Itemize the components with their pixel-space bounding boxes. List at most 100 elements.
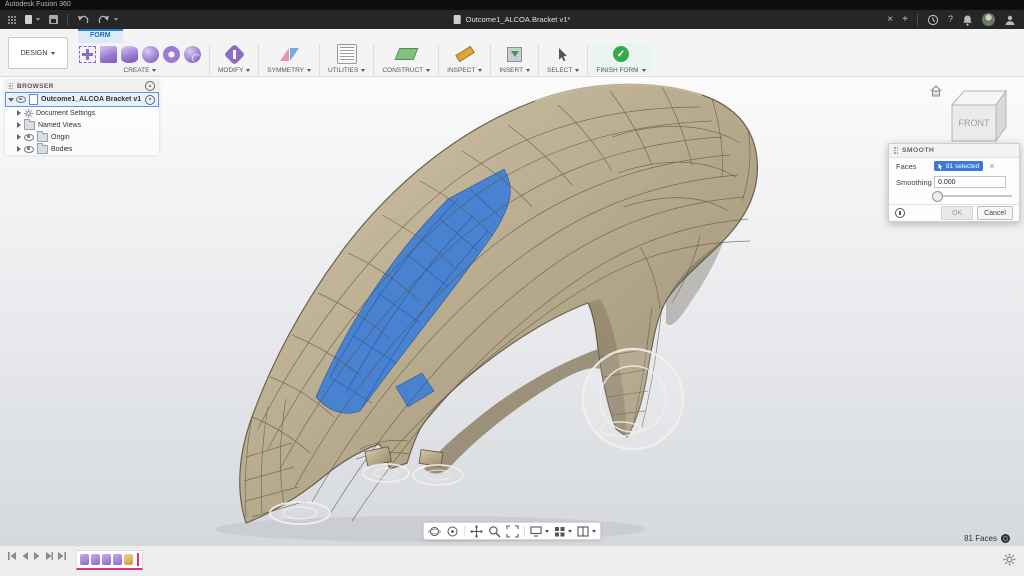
box-tool-icon[interactable] — [100, 46, 117, 63]
timeline-feature[interactable] — [124, 554, 133, 565]
selection-badge[interactable]: 81 selected — [934, 161, 983, 171]
timeline-bar — [0, 545, 1024, 576]
symmetry-icon[interactable] — [290, 48, 299, 61]
visibility-eye-icon[interactable] — [16, 96, 26, 103]
home-icon[interactable] — [931, 86, 941, 96]
save-button[interactable] — [49, 15, 58, 24]
profile-icon[interactable] — [1004, 14, 1016, 26]
chevron-down-icon — [526, 69, 530, 72]
file-icon — [25, 15, 32, 24]
display-settings-menu[interactable] — [530, 526, 549, 537]
globe-icon[interactable] — [1001, 534, 1010, 543]
help-icon[interactable]: ? — [948, 10, 953, 29]
chevron-down-icon — [152, 69, 156, 72]
timeline-playback-controls — [7, 551, 67, 561]
redo-button[interactable] — [98, 15, 118, 25]
find-in-window-icon[interactable] — [145, 95, 155, 105]
construct-menu[interactable]: CONSTRUCT — [382, 67, 430, 74]
utilities-menu[interactable]: UTILITIES — [328, 67, 365, 74]
smoothing-value-input[interactable]: 0.000 — [934, 176, 1006, 188]
edit-form-icon[interactable] — [79, 46, 96, 63]
file-menu-button[interactable] — [25, 15, 40, 24]
clear-selection-button[interactable]: × — [989, 162, 994, 171]
construct-plane-icon[interactable] — [394, 48, 418, 60]
smooth-dialog-header[interactable]: SMOOTH — [889, 144, 1019, 158]
zoom-icon[interactable] — [488, 525, 501, 538]
user-avatar[interactable] — [982, 13, 995, 26]
close-tab-button[interactable]: × — [887, 10, 893, 29]
finish-form-menu[interactable]: FINISH FORM — [596, 67, 645, 74]
browser-root-item[interactable]: Outcome1_ALCOA Bracket v1 — [5, 92, 159, 107]
browser-options-icon[interactable] — [145, 81, 155, 91]
symmetry-menu[interactable]: SYMMETRY — [267, 67, 311, 74]
expand-caret-icon[interactable] — [17, 122, 21, 128]
job-status-icon[interactable] — [927, 14, 939, 26]
select-menu[interactable]: SELECT — [547, 67, 579, 74]
new-tab-button[interactable]: + — [902, 10, 908, 29]
info-icon[interactable] — [895, 208, 905, 218]
slider-handle[interactable] — [932, 191, 943, 202]
workspace-switcher[interactable]: DESIGN — [8, 37, 68, 69]
symmetry-icon[interactable] — [280, 48, 289, 61]
smoothing-slider[interactable] — [933, 190, 1012, 202]
viewcube[interactable]: FRONT — [928, 81, 1012, 147]
browser-item-bodies[interactable]: Bodies — [5, 143, 159, 155]
pan-icon[interactable] — [470, 525, 483, 538]
fit-icon[interactable] — [506, 525, 519, 538]
group-modify: MODIFY — [211, 43, 257, 75]
torus-tool-icon[interactable] — [163, 46, 180, 63]
orbit-icon[interactable] — [428, 525, 441, 538]
viewports-menu[interactable] — [577, 526, 596, 537]
timeline-settings-gear-icon[interactable] — [1003, 553, 1016, 566]
create-menu[interactable]: CREATE — [124, 67, 157, 74]
browser-header[interactable]: BROWSER — [5, 80, 159, 92]
browser-item-named-views[interactable]: Named Views — [5, 119, 159, 131]
ok-button[interactable]: OK — [941, 206, 973, 220]
grid-snaps-menu[interactable] — [554, 526, 572, 537]
visibility-eye-icon[interactable] — [24, 146, 34, 153]
timeline-feature[interactable] — [80, 554, 89, 565]
timeline-position-marker[interactable] — [137, 553, 139, 566]
fusion-360-window: Autodesk Fusion 360 Outcome1_ALCOA.Brack… — [0, 0, 1024, 576]
browser-item-origin[interactable]: Origin — [5, 131, 159, 143]
modify-menu[interactable]: MODIFY — [218, 67, 250, 74]
viewport-canvas[interactable]: BROWSER Outcome1_ALCOA Bracket v1 Docume… — [0, 77, 1024, 546]
quadball-tool-icon[interactable] — [184, 46, 201, 63]
tab-form[interactable]: FORM — [78, 29, 123, 43]
go-to-start-button[interactable] — [7, 551, 17, 561]
slider-track[interactable] — [933, 195, 1012, 197]
go-to-end-button[interactable] — [57, 551, 67, 561]
expand-caret-icon[interactable] — [17, 146, 21, 152]
visibility-eye-icon[interactable] — [24, 134, 34, 141]
select-cursor-icon[interactable] — [557, 47, 569, 62]
timeline-feature[interactable] — [91, 554, 100, 565]
expand-caret-icon[interactable] — [17, 134, 21, 140]
insert-menu[interactable]: INSERT — [499, 67, 530, 74]
finish-form-check-icon[interactable]: ✓ — [613, 46, 629, 62]
undo-button[interactable] — [77, 15, 89, 25]
notifications-bell-icon[interactable] — [962, 14, 973, 26]
insert-icon[interactable] — [507, 47, 522, 62]
look-at-icon[interactable] — [446, 525, 459, 538]
document-tab[interactable]: Outcome1_ALCOA.Bracket v1* — [454, 10, 571, 29]
step-back-button[interactable] — [21, 551, 29, 561]
inspect-measure-icon[interactable] — [455, 46, 475, 62]
expand-caret-icon[interactable] — [17, 110, 21, 116]
inspect-menu[interactable]: INSPECT — [447, 67, 482, 74]
timeline-feature[interactable] — [102, 554, 111, 565]
play-button[interactable] — [33, 551, 41, 561]
chevron-down-icon — [575, 69, 579, 72]
expand-caret-icon[interactable] — [8, 98, 14, 102]
modify-icon[interactable] — [224, 43, 245, 64]
chevron-down-icon — [642, 69, 646, 72]
utilities-icon[interactable] — [337, 44, 357, 64]
sphere-tool-icon[interactable] — [142, 46, 159, 63]
timeline-feature[interactable] — [113, 554, 122, 565]
step-forward-button[interactable] — [45, 551, 53, 561]
viewcube-front-face[interactable]: FRONT — [959, 118, 990, 128]
browser-item-document-settings[interactable]: Document Settings — [5, 107, 159, 119]
cancel-button[interactable]: Cancel — [977, 206, 1013, 220]
faces-label: Faces — [896, 162, 930, 171]
app-launcher-icon[interactable] — [8, 16, 16, 24]
cylinder-tool-icon[interactable] — [121, 46, 138, 63]
